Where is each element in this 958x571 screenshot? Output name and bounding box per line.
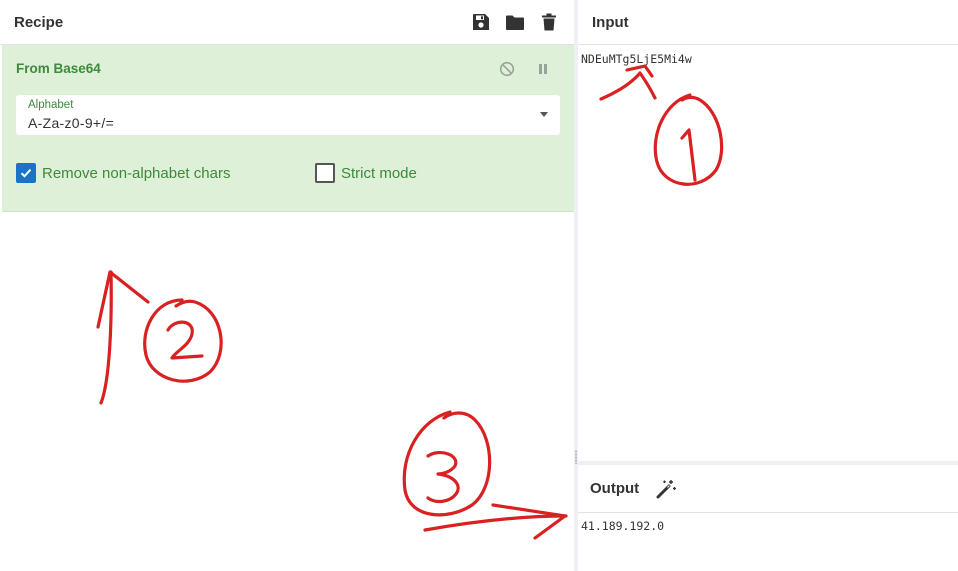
save-icon[interactable]	[470, 11, 492, 33]
magic-wand-icon[interactable]	[655, 478, 677, 500]
operation-title: From Base64	[16, 61, 101, 76]
recipe-pane: Recipe From Base64 Alphabet A-Za-z0-9+/=…	[0, 0, 574, 571]
recipe-header: Recipe	[0, 0, 574, 45]
output-title: Output	[590, 480, 640, 497]
strict-mode-checkbox[interactable]: Strict mode	[315, 163, 417, 183]
alphabet-value: A-Za-z0-9+/=	[28, 115, 115, 131]
recipe-title: Recipe	[14, 13, 64, 31]
input-textarea[interactable]: NDEuMTg5LjE5Mi4w	[578, 45, 958, 461]
input-header: Input	[578, 0, 958, 45]
alphabet-select[interactable]: Alphabet A-Za-z0-9+/=	[16, 95, 560, 135]
input-title: Input	[592, 13, 629, 31]
io-pane: Input NDEuMTg5LjE5Mi4w Output 41.189.192…	[578, 0, 958, 571]
strict-mode-label: Strict mode	[341, 164, 417, 182]
recipe-actions	[470, 11, 560, 33]
remove-non-alphabet-label: Remove non-alphabet chars	[42, 164, 231, 182]
checkbox-unchecked-icon[interactable]	[315, 163, 335, 183]
input-text: NDEuMTg5LjE5Mi4w	[581, 52, 692, 66]
from-base64-operation: From Base64 Alphabet A-Za-z0-9+/= Remove…	[2, 45, 574, 212]
checkbox-checked-icon[interactable]	[16, 163, 36, 183]
operation-controls	[496, 58, 554, 80]
output-header: Output	[578, 465, 958, 513]
folder-icon[interactable]	[504, 11, 526, 33]
disable-icon[interactable]	[496, 58, 518, 80]
pause-icon[interactable]	[532, 58, 554, 80]
caret-down-icon	[540, 112, 548, 117]
alphabet-label: Alphabet	[28, 99, 74, 111]
trash-icon[interactable]	[538, 11, 560, 33]
output-text: 41.189.192.0	[581, 519, 665, 533]
remove-non-alphabet-checkbox[interactable]: Remove non-alphabet chars	[16, 163, 230, 183]
